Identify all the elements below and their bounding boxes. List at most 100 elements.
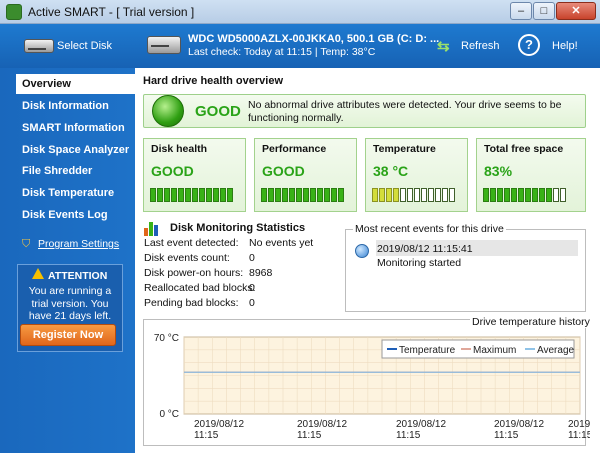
help-icon[interactable]: ? [518,34,540,56]
x-tick-time: 11:15 [297,430,322,441]
gauge-segment [310,188,316,202]
legend-item: Maximum [473,345,516,356]
minimize-button[interactable]: – [510,2,532,20]
gauge-segment [372,188,378,202]
gauge-segment [178,188,184,202]
y-tick-label: 0 °C [159,409,179,420]
gauge-segment [227,188,233,202]
window-title: Active SMART - [ Trial version ] [28,5,195,19]
gauge-segment [317,188,323,202]
gauge-segment [275,188,281,202]
sidebar-item-disk-information[interactable]: Disk Information [16,96,135,116]
gauge-bar [150,188,233,202]
gauge-segment [553,188,559,202]
sidebar-item-disk-space-analyzer[interactable]: Disk Space Analyzer [16,140,135,160]
stat-label: Last event detected: [144,237,239,249]
gauge-segment [324,188,330,202]
close-button[interactable]: ✕ [556,2,596,20]
attention-title: ATTENTION [48,270,108,282]
gauge-bar [372,188,455,202]
maximize-button[interactable]: □ [533,2,555,20]
shield-icon: ⛉ [22,238,31,250]
select-disk-button[interactable]: Select Disk [57,40,112,52]
card-title: Disk health [151,143,208,155]
refresh-button[interactable]: Refresh [461,40,500,52]
card-title: Temperature [373,143,436,155]
program-settings-link[interactable]: Program Settings [38,238,119,250]
temperature-chart: 70 °C0 °C2019/08/1211:152019/08/1211:152… [154,333,590,441]
card-value: 83% [484,163,513,179]
stat-value: 0 [249,282,255,294]
gauge-segment [157,188,163,202]
stat-label: Disk power-on hours: [144,267,244,279]
drive-name: WDC WD5000AZLX-00JKKA0, 500.1 GB (C: D: … [188,33,440,45]
last-check-info: Last check: Today at 11:15 | Temp: 38°C [188,46,376,58]
gauge-segment [150,188,156,202]
gauge-segment [490,188,496,202]
card-title: Total free space [484,143,564,155]
card-value: 38 °C [373,163,409,179]
sidebar-item-disk-events-log[interactable]: Disk Events Log [16,205,135,225]
x-tick-time: 11:15 [494,430,519,441]
status-message: No abnormal drive attributes were detect… [248,99,562,124]
gauge-segment [164,188,170,202]
gauge-segment [560,188,566,202]
gauge-segment [296,188,302,202]
gauge-segment [282,188,288,202]
event-time: 2019/08/12 11:15:41 [377,243,473,255]
gauge-segment [261,188,267,202]
info-globe-icon [355,244,369,258]
gauge-bar [261,188,344,202]
stats-title: Disk Monitoring Statistics [170,222,306,234]
stat-value: 8968 [249,267,273,279]
app-icon [6,4,22,20]
x-tick-date: 2019/08/12 [297,419,347,430]
gauge-segment [220,188,226,202]
events-title: Most recent events for this drive [353,223,506,235]
gauge-segment [400,188,406,202]
gauge-segment [213,188,219,202]
status-light-icon [152,95,184,127]
stat-label: Reallocated bad blocks: [144,282,256,294]
gauge-segment [379,188,385,202]
gauge-segment [386,188,392,202]
stat-value: 0 [249,252,255,264]
sidebar-item-smart-information[interactable]: SMART Information [16,118,135,138]
sidebar-item-overview[interactable]: Overview [16,74,135,94]
drive-icon [147,36,181,54]
gauge-segment [511,188,517,202]
register-now-button[interactable]: Register Now [20,324,116,346]
stat-label: Pending bad blocks: [144,297,239,309]
gauge-segment [206,188,212,202]
hard-disk-icon[interactable] [24,39,54,53]
gauge-segment [199,188,205,202]
stat-value: No events yet [249,237,314,249]
warning-icon [32,268,44,279]
x-tick-date: 2019/08/12 [494,419,544,430]
gauge-segment [192,188,198,202]
gauge-segment [442,188,448,202]
gauge-segment [303,188,309,202]
help-button[interactable]: Help! [552,40,578,52]
status-value: GOOD [195,103,241,120]
y-tick-label: 70 °C [154,333,179,344]
card-value: GOOD [262,163,305,179]
gauge-segment [268,188,274,202]
gauge-segment [525,188,531,202]
legend-item: Temperature [399,345,456,356]
gauge-segment [539,188,545,202]
sidebar-item-disk-temperature[interactable]: Disk Temperature [16,183,135,203]
gauge-bar [483,188,566,202]
sidebar-item-file-shredder[interactable]: File Shredder [16,161,135,181]
event-message: Monitoring started [377,257,462,269]
gauge-segment [185,188,191,202]
gauge-segment [449,188,455,202]
x-tick-time: 11:15 [194,430,219,441]
gauge-segment [518,188,524,202]
x-tick-date: 2019/08/12 [396,419,446,430]
gauge-segment [289,188,295,202]
gauge-segment [546,188,552,202]
gauge-segment [331,188,337,202]
page-title: Hard drive health overview [143,75,283,87]
refresh-icon[interactable]: ⇆ [437,37,450,55]
